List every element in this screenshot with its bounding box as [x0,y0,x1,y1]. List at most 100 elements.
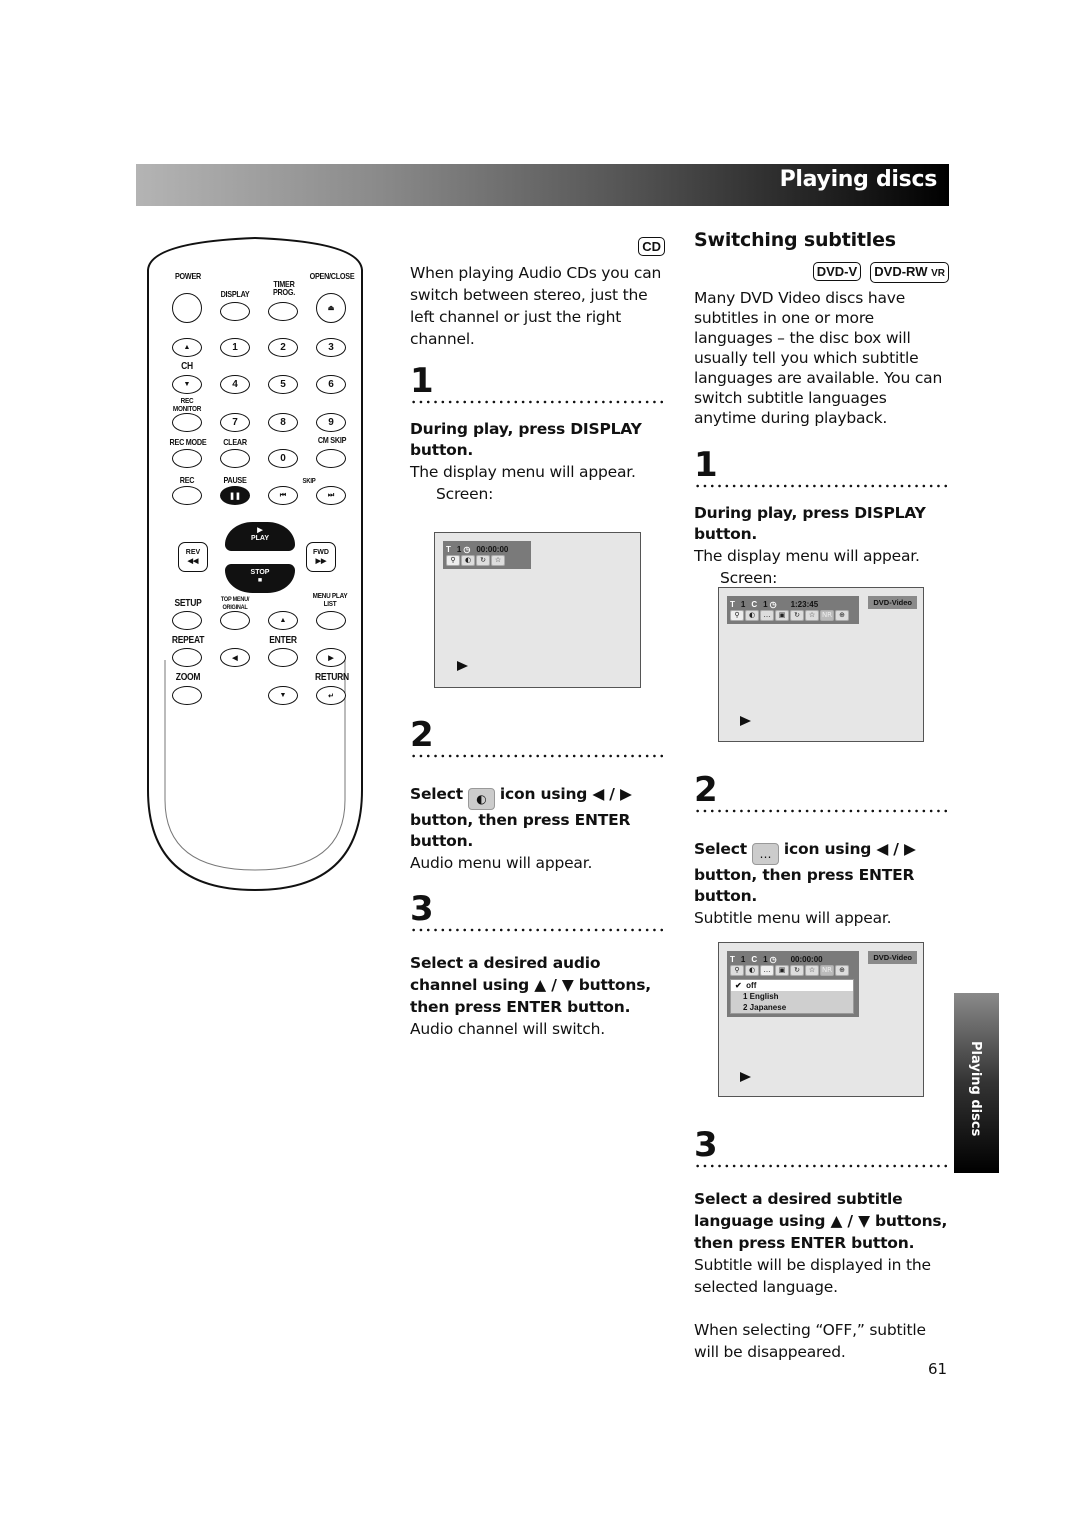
subtitle-menu-screen: T 1 C 1 ◷ 00:00:00 ⚲ ◐ … ▣ ↻ ☆ NR ⊕ ✔ of… [718,942,924,1097]
digit-5-button: 5 [268,375,298,394]
disc-type-label: DVD-Video [868,596,917,609]
step-divider [410,928,665,932]
skip-forward-icon: ⏭ [327,491,335,499]
section-header-band: Playing discs [136,164,949,206]
eject-icon: ⏏ [327,305,335,312]
subtitle-step-1-instruction: During play, press DISPLAY button. [694,504,926,543]
zoom-button [172,686,202,705]
title-number: 1 [740,599,746,609]
clear-label: CLEAR [223,437,247,447]
setup-button [172,611,202,630]
skip-forward-button: ⏭ [316,486,346,505]
search-icon: ⚲ [730,965,744,976]
subtitle-icon: … [760,610,774,621]
repeat-label: REPEAT [171,635,205,646]
clock-icon: ◷ [463,544,471,554]
subtitle-off-note: When selecting “OFF,” subtitle will be d… [694,1321,926,1361]
digit-4-button: 4 [220,375,250,394]
repeat-icon: ↻ [790,610,804,621]
open-close-button: ⏏ [316,293,346,323]
nav-left-button: ◀ [220,648,250,667]
cd-column: CD When playing Audio CDs you can switch… [410,236,665,505]
subtitle-display-screen: T 1 C 1 ◷ 1:23:45 ⚲ ◐ … ▣ ↻ ☆ NR ⊕ DVD-V… [718,587,924,742]
title-label: T [446,544,451,554]
cd-step-3-note: Audio channel will switch. [410,1020,605,1038]
digit-6-button: 6 [316,375,346,394]
rec-label: REC [179,475,195,485]
enter-label: ENTER [269,635,297,646]
disc-type-label: DVD-Video [868,951,917,964]
cm-skip-label: CM SKIP [317,435,347,445]
subtitle-step-2-number: 2 [694,770,718,810]
step-divider [410,754,665,758]
subtitle-step-2-note: Subtitle menu will appear. [694,909,892,927]
cd-step-1-instruction: During play, press DISPLAY button. [410,420,642,459]
cd-step-2-note: Audio menu will appear. [410,854,593,872]
rec-monitor-label: REC MONITOR [172,396,202,413]
search-icon: ⚲ [730,610,744,621]
cd-step-3-instruction: Select a desired audio channel using ▲ /… [410,954,651,1016]
cd-step-2-number: 2 [410,715,434,755]
cd-step-3-number: 3 [410,889,434,929]
osd-bar: T 1 ◷ 00:00:00 ⚲ ◐ ↻ ☆ [443,541,531,569]
open-close-label: OPEN/CLOSE [309,271,355,281]
marker-icon: ☆ [491,555,505,566]
audio-icon: ◐ [467,788,495,810]
digit-3-button: 3 [316,338,346,357]
nav-up-button: ▲ [268,611,298,630]
clear-button [220,449,250,468]
return-button: ↵ [316,686,346,705]
return-label: RETURN [315,672,349,683]
play-button: ▶ PLAY [225,522,295,551]
top-menu-button [220,611,250,630]
subtitle-step-1-note: The display menu will appear. [694,547,920,565]
subtitle-step-1-number: 1 [694,445,718,485]
title-number: 1 [456,544,462,554]
cd-display-screen: T 1 ◷ 00:00:00 ⚲ ◐ ↻ ☆ [434,532,641,688]
subtitle-icon: … [751,843,779,865]
play-icon [740,1072,751,1082]
down-arrow-icon: ▼ [279,692,287,699]
osd-bar: T 1 C 1 ◷ 00:00:00 ⚲ ◐ … ▣ ↻ ☆ NR ⊕ ✔ of… [727,951,859,1017]
subtitle-step-1-screen-label: Screen: [720,569,778,587]
ch-up-button: ▲ [172,338,202,357]
menu-playlist-label: MENU PLAY LIST [312,591,348,608]
fast-forward-icon: ▶▶ [315,558,327,565]
display-button [220,302,250,321]
page-number: 61 [928,1360,948,1378]
dvd-v-badge: DVD-V [812,262,862,281]
subtitle-step-3-number: 3 [694,1125,718,1165]
subtitle-option-english[interactable]: 1 English [731,991,853,1002]
chapter-label: C [751,599,758,609]
title-label: T [730,954,735,964]
subtitle-step-2: 2 Select… icon using ◀ / ▶ button, then p… [694,773,949,929]
subtitle-step-3: 3 Select a desired subtitle language usi… [694,1128,949,1363]
digit-2-button: 2 [268,338,298,357]
camera-angle-icon: ▣ [775,610,789,621]
rewind-icon: ◀◀ [187,558,199,565]
pause-icon: ❚❚ [229,492,241,500]
cd-step-1-screen-label: Screen: [436,485,494,503]
rec-monitor-button [172,413,202,432]
return-icon: ↵ [328,692,334,700]
subtitle-option-off[interactable]: ✔ off [731,980,853,991]
subtitle-step-2-instruction: Select… icon using ◀ / ▶ button, then pre… [694,840,916,905]
repeat-icon: ↻ [476,555,490,566]
display-label: DISPLAY [220,289,250,299]
digit-0-button: 0 [268,449,298,468]
setup-label: SETUP [174,598,202,609]
cd-step-2-instruction: Select ◐ icon using ◀ / ▶ button, then pre… [410,785,632,850]
noise-reduction-icon: NR [820,965,834,976]
right-arrow-icon: ▶ [328,654,334,662]
skip-label: SKIP [302,478,316,485]
chapter-label: C [751,954,758,964]
title-label: T [730,599,735,609]
title-number: 1 [740,954,746,964]
cd-steps-2-3: 2 Select ◐ icon using ◀ / ▶ button, then p… [410,718,665,1040]
step-divider [694,1164,949,1168]
play-icon [457,661,468,671]
zoom-icon: ⊕ [835,610,849,621]
noise-reduction-icon: NR [820,610,834,621]
subtitle-step-3-note: Subtitle will be displayed in the select… [694,1256,931,1296]
subtitle-option-japanese[interactable]: 2 Japanese [731,1002,853,1013]
